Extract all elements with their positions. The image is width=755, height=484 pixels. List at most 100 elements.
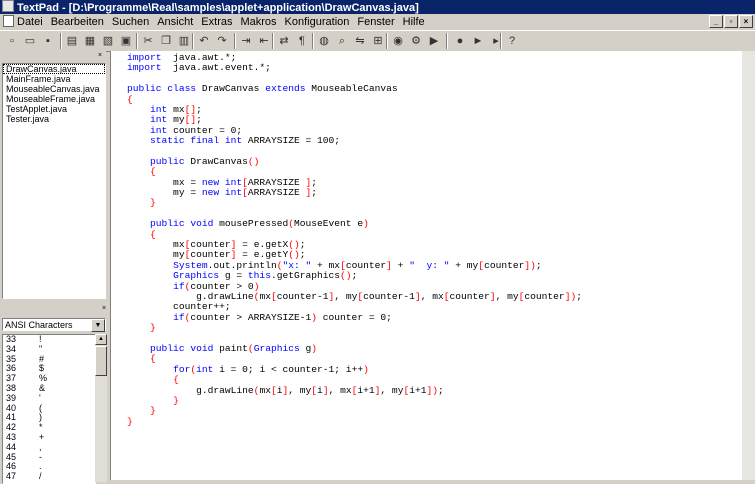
code-token: public void xyxy=(150,342,214,354)
char-row[interactable]: 43 + xyxy=(3,432,95,443)
char-row[interactable]: 39 ' xyxy=(3,393,95,404)
code-token: public class xyxy=(127,83,197,95)
code-token: , mx xyxy=(328,384,352,396)
code-token: for xyxy=(173,363,191,375)
indent-icon[interactable]: ⇥ xyxy=(238,33,254,49)
code-line[interactable]: if(counter > ARRAYSIZE-1) counter = 0; xyxy=(127,312,582,323)
save-all-icon[interactable]: ▤ xyxy=(64,33,80,49)
redo-icon[interactable]: ↷ xyxy=(214,33,230,49)
code-line[interactable]: my = new int[ARRAYSIZE ]; xyxy=(127,187,582,198)
char-row[interactable]: 46. xyxy=(3,462,95,472)
cut-icon[interactable]: ✂ xyxy=(140,33,156,49)
document-icon[interactable] xyxy=(3,15,14,27)
restore-button[interactable]: ▫ xyxy=(724,15,738,28)
menu-suchen[interactable]: Suchen xyxy=(112,16,149,28)
char-row[interactable]: 41) xyxy=(3,413,95,423)
char-row[interactable]: 38 & xyxy=(3,383,95,394)
code-line[interactable]: public class DrawCanvas extends Mouseabl… xyxy=(127,83,582,95)
new-file-icon[interactable]: ▫ xyxy=(4,33,20,49)
code-line[interactable]: } xyxy=(127,322,582,333)
print-preview-icon[interactable]: ▧ xyxy=(100,33,116,49)
code-token: , my xyxy=(288,384,312,396)
code-token: , my xyxy=(380,384,404,396)
code-line[interactable]: static final int ARRAYSIZE = 100; xyxy=(127,135,582,146)
char-row[interactable]: 44, xyxy=(3,442,95,453)
file-item[interactable]: MainFrame.java xyxy=(3,74,105,84)
file-item[interactable]: MouseableCanvas.java xyxy=(3,84,105,94)
menu-ansicht[interactable]: Ansicht xyxy=(157,16,193,28)
code-line[interactable]: g.drawLine(mx[i], my[i], mx[i+1], my[i+1… xyxy=(127,384,582,396)
file-item[interactable]: MouseableFrame.java xyxy=(3,94,105,104)
open-folder-icon[interactable]: ▭ xyxy=(22,33,38,49)
view-icon[interactable]: ◉ xyxy=(390,33,406,49)
find-in-files-icon[interactable]: ⊞ xyxy=(370,33,386,49)
code-token: , my xyxy=(495,290,519,302)
print-icon[interactable]: ▦ xyxy=(82,33,98,49)
undo-icon[interactable]: ↶ xyxy=(196,33,212,49)
help-icon[interactable]: ? xyxy=(504,33,520,49)
record-macro-icon[interactable]: ● xyxy=(452,33,468,49)
char-row[interactable]: 37% xyxy=(3,373,95,384)
code-line[interactable]: public void mousePressed(MouseEvent e) xyxy=(127,219,582,229)
code-line[interactable]: import java.awt.event.*; xyxy=(127,63,582,73)
menu-extras[interactable]: Extras xyxy=(201,16,232,28)
code-token: int xyxy=(150,114,168,126)
panel-close-icon[interactable]: × xyxy=(100,305,108,313)
code-line[interactable]: public DrawCanvas() xyxy=(127,156,582,167)
panel-close-icon[interactable]: × xyxy=(96,52,104,60)
word-wrap-icon[interactable]: ⇄ xyxy=(276,33,292,49)
scroll-thumb[interactable] xyxy=(95,346,107,376)
close-button[interactable]: × xyxy=(739,15,753,28)
code-text[interactable]: import java.awt.*; import java.awt.event.… xyxy=(127,52,582,427)
char-row[interactable]: 35 # xyxy=(3,354,95,365)
char-list-scrollbar[interactable]: ▲ xyxy=(95,334,107,482)
char-row[interactable]: 47 / xyxy=(3,471,95,482)
play-macro-icon[interactable]: ► xyxy=(470,33,486,49)
run-icon[interactable]: ▶ xyxy=(426,33,442,49)
compile-icon[interactable]: ⚙ xyxy=(408,33,424,49)
chevron-down-icon[interactable]: ▼ xyxy=(91,319,105,332)
scroll-up-icon[interactable]: ▲ xyxy=(95,334,107,345)
code-line[interactable]: for(int i = 0; i < counter-1; i++) xyxy=(127,363,582,375)
menu-bar: Datei Bearbeiten Suchen Ansicht Extras Makros… xyxy=(0,14,755,30)
menu-konfiguration[interactable]: Konfiguration xyxy=(285,16,350,28)
outdent-icon[interactable]: ⇤ xyxy=(256,33,272,49)
menu-datei[interactable]: Datei xyxy=(17,16,43,28)
find-icon[interactable]: ⌕ xyxy=(334,33,350,49)
code-line[interactable]: } xyxy=(127,406,582,416)
menu-bearbeiten[interactable]: Bearbeiten xyxy=(51,16,104,28)
menu-fenster[interactable]: Fenster xyxy=(357,16,394,28)
save-icon[interactable]: ▪ xyxy=(40,33,56,49)
charset-dropdown[interactable]: ANSI Characters ▼ xyxy=(2,318,106,332)
file-item[interactable]: Tester.java xyxy=(3,114,105,124)
char-row[interactable]: 36 $ xyxy=(3,364,95,374)
minimize-button[interactable]: _ xyxy=(709,15,723,28)
code-line[interactable]: } xyxy=(127,416,582,427)
char-row[interactable]: 40( xyxy=(3,403,95,414)
char-row[interactable]: 33! xyxy=(3,335,95,345)
code-token: DrawCanvas xyxy=(196,83,266,95)
file-item[interactable]: TestApplet.java xyxy=(3,104,105,114)
code-line[interactable]: public void paint(Graphics g) xyxy=(127,342,582,354)
paragraph-icon[interactable]: ¶ xyxy=(294,33,310,49)
spellcheck-icon[interactable]: ▣ xyxy=(118,33,134,49)
char-row[interactable]: 42 * xyxy=(3,422,95,433)
file-item[interactable]: DrawCanvas.java xyxy=(3,64,105,74)
textpad-app-icon[interactable] xyxy=(2,0,14,12)
code-line[interactable]: } xyxy=(127,198,582,208)
editor-scrollbar[interactable] xyxy=(742,51,755,480)
web-icon[interactable]: ◍ xyxy=(316,33,332,49)
copy-icon[interactable]: ❐ xyxy=(158,33,174,49)
paste-icon[interactable]: ▥ xyxy=(176,33,192,49)
code-token: g.drawLine xyxy=(127,290,254,302)
find-replace-icon[interactable]: ⇋ xyxy=(352,33,368,49)
menu-makros[interactable]: Makros xyxy=(240,16,276,28)
code-line[interactable]: } xyxy=(127,395,582,406)
char-row[interactable]: 45- xyxy=(3,452,95,463)
menu-hilfe[interactable]: Hilfe xyxy=(403,16,425,28)
code-editor[interactable]: import java.awt.*; import java.awt.event.… xyxy=(110,51,755,480)
char-row[interactable]: 34 " xyxy=(3,344,95,355)
code-token: counter-1 xyxy=(276,290,329,302)
